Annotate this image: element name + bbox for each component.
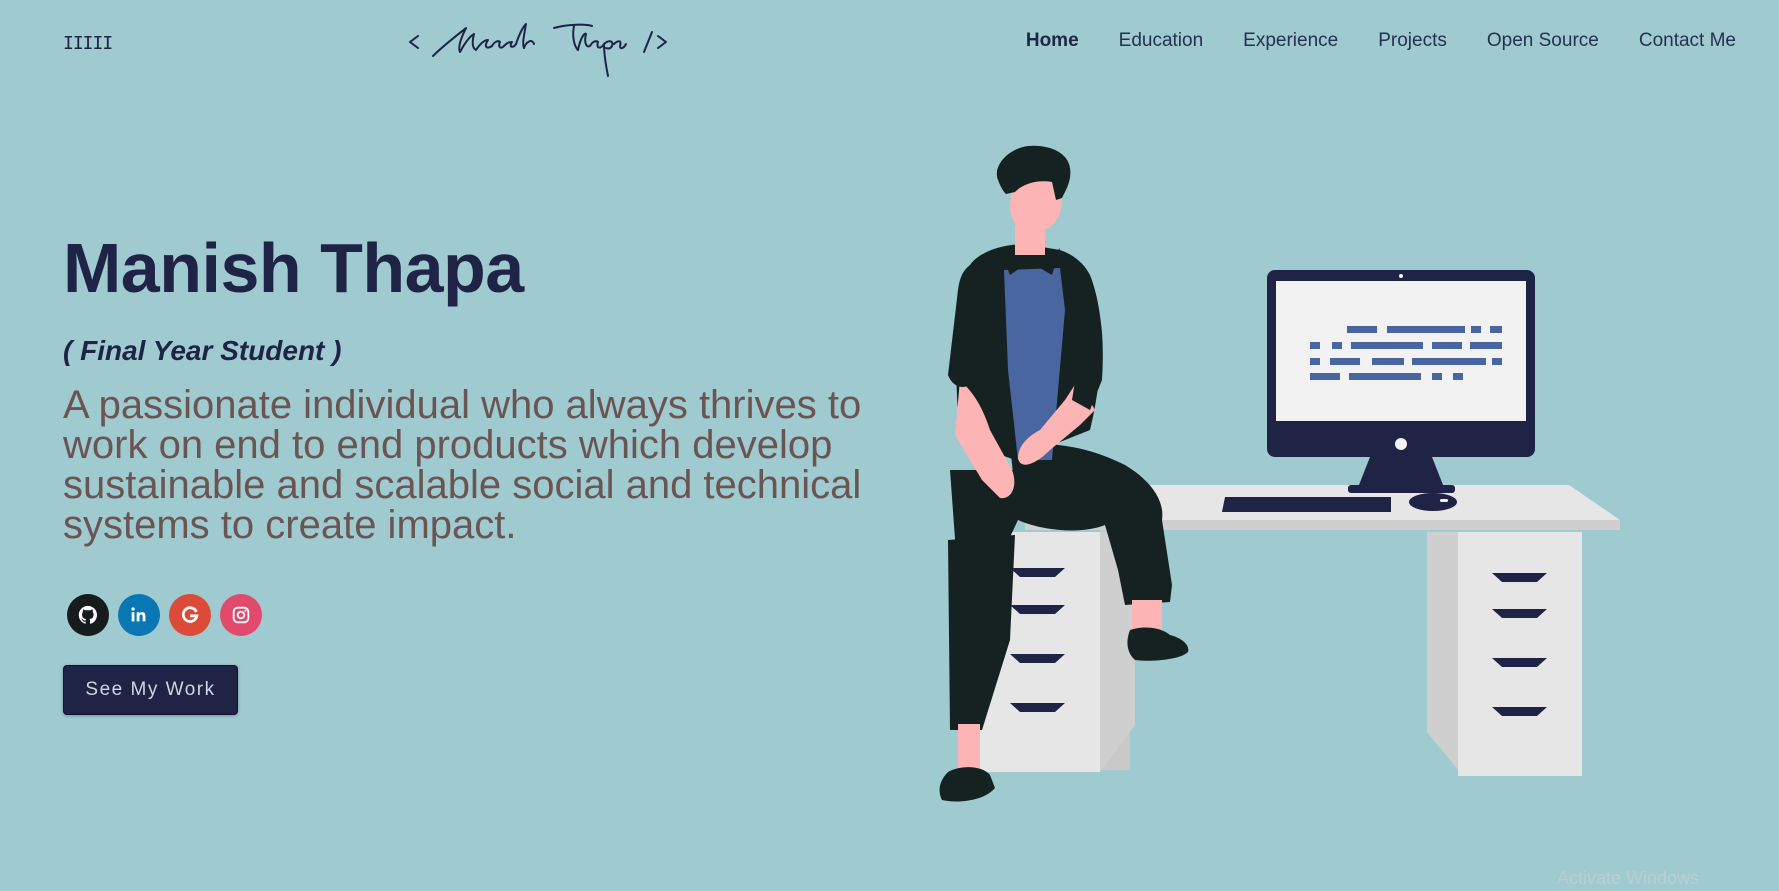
nav-contact-me[interactable]: Contact Me (1639, 30, 1736, 52)
google-icon (181, 606, 199, 623)
see-my-work-button[interactable]: See My Work (63, 665, 238, 715)
menu-icon[interactable]: IIIII (63, 33, 113, 54)
instagram-icon (232, 606, 250, 624)
nav-education[interactable]: Education (1119, 30, 1204, 52)
instagram-link[interactable] (220, 594, 262, 636)
google-link[interactable] (169, 594, 211, 636)
hero-subtitle: ( Final Year Student ) (63, 335, 342, 366)
nav-open-source[interactable]: Open Source (1487, 30, 1599, 52)
nav-experience[interactable]: Experience (1243, 30, 1338, 52)
header: IIIII Home Education Experience Projects… (0, 0, 1779, 90)
social-links (67, 594, 271, 636)
keyboard (1222, 497, 1391, 512)
hero-description: A passionate individual who always thriv… (63, 383, 862, 547)
nav-projects[interactable]: Projects (1378, 30, 1447, 52)
developer-desk-illustration (939, 145, 1620, 802)
hero-section: Manish Thapa ( Final Year Student ) A pa… (63, 225, 883, 545)
logo[interactable] (408, 14, 688, 80)
github-link[interactable] (67, 594, 109, 636)
mouse (1409, 493, 1457, 511)
windows-activation-watermark: Activate Windows (1557, 868, 1700, 888)
signature-logo-icon (409, 23, 667, 77)
monitor (1267, 270, 1535, 493)
linkedin-icon (131, 607, 146, 622)
github-icon (78, 605, 97, 624)
nav-home[interactable]: Home (1026, 30, 1079, 52)
main-nav: Home Education Experience Projects Open … (986, 30, 1736, 52)
linkedin-link[interactable] (118, 594, 160, 636)
hero-name: Manish Thapa (63, 229, 524, 307)
